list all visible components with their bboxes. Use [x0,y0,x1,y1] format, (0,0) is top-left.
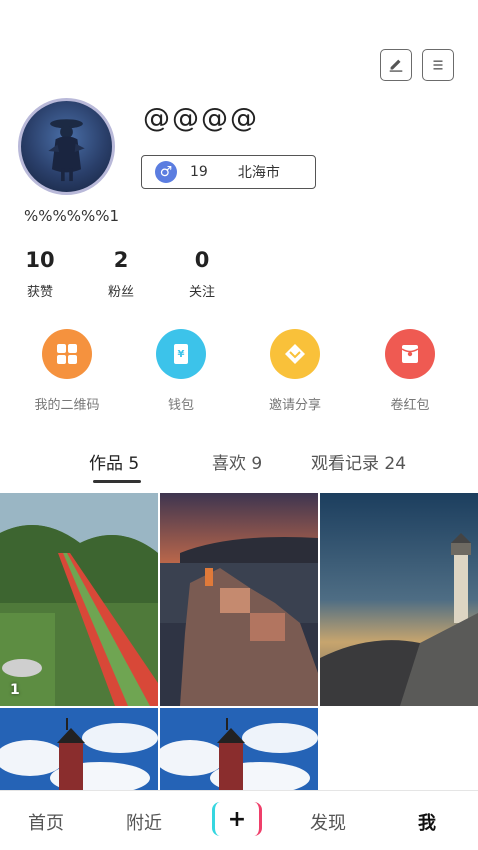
fans-label: 粉丝 [107,285,134,300]
content-tabs: 作品 5 喜欢 9 观看记录 24 [0,447,478,487]
video-thumbnail[interactable] [160,493,318,706]
video-thumbnail[interactable]: 1 [0,493,158,706]
shortcut-qrcode[interactable]: 我的二维码 [12,329,122,413]
avatar[interactable] [18,98,115,195]
stat-following[interactable]: 0 关注 [186,248,218,300]
menu-button[interactable] [422,49,454,81]
svg-text:¥: ¥ [178,349,185,360]
tab-likes[interactable]: 喜欢 9 [212,449,262,474]
stat-fans[interactable]: 2 粉丝 [105,248,137,300]
male-icon: ♂ [155,161,177,183]
video-grid: 1 [0,493,478,790]
pencil-icon [389,59,403,72]
video-thumbnail[interactable] [0,708,158,790]
shortcut-red-envelope[interactable]: 卷红包 [355,329,465,413]
active-tab-indicator [93,480,141,483]
shortcut-label: 钱包 [167,398,194,413]
signature: %%%%%%1 [24,207,120,225]
following-label: 关注 [188,285,215,300]
edit-profile-button[interactable] [380,49,412,81]
city-label: 北海市 [237,165,280,181]
likes-label: 获赞 [26,285,53,300]
video-thumbnail[interactable] [160,708,318,790]
top-actions [380,49,454,81]
stat-likes[interactable]: 10 获赞 [24,248,56,300]
fans-count: 2 [113,248,129,272]
nickname: @@@@ [143,103,259,134]
shortcut-label: 卷红包 [390,398,430,413]
shortcut-label: 我的二维码 [34,398,100,413]
avatar-image [48,119,85,182]
age-label: 19 [190,164,208,180]
bottom-nav: 首页 附近 + 发现 我 [0,790,478,850]
view-count: 1 [10,682,20,698]
nav-me[interactable]: 我 [418,809,436,835]
video-thumbnail[interactable] [320,493,478,706]
shortcut-share[interactable]: 邀请分享 [240,329,350,413]
shortcut-label: 邀请分享 [268,398,321,413]
nav-discover[interactable]: 发现 [310,809,346,835]
qrcode-icon [42,329,92,379]
red-envelope-icon [385,329,435,379]
nav-home[interactable]: 首页 [28,809,64,835]
following-count: 0 [194,248,210,272]
menu-icon [433,60,443,70]
nav-nearby[interactable]: 附近 [126,809,162,835]
shortcut-wallet[interactable]: ¥ 钱包 [126,329,236,413]
create-button[interactable]: + [212,802,262,836]
share-icon [270,329,320,379]
tab-works[interactable]: 作品 5 [89,449,139,474]
user-info-pill: ♂ 19 北海市 [141,155,316,189]
likes-count: 10 [25,248,55,272]
wallet-icon: ¥ [156,329,206,379]
tab-history[interactable]: 观看记录 24 [311,449,406,474]
